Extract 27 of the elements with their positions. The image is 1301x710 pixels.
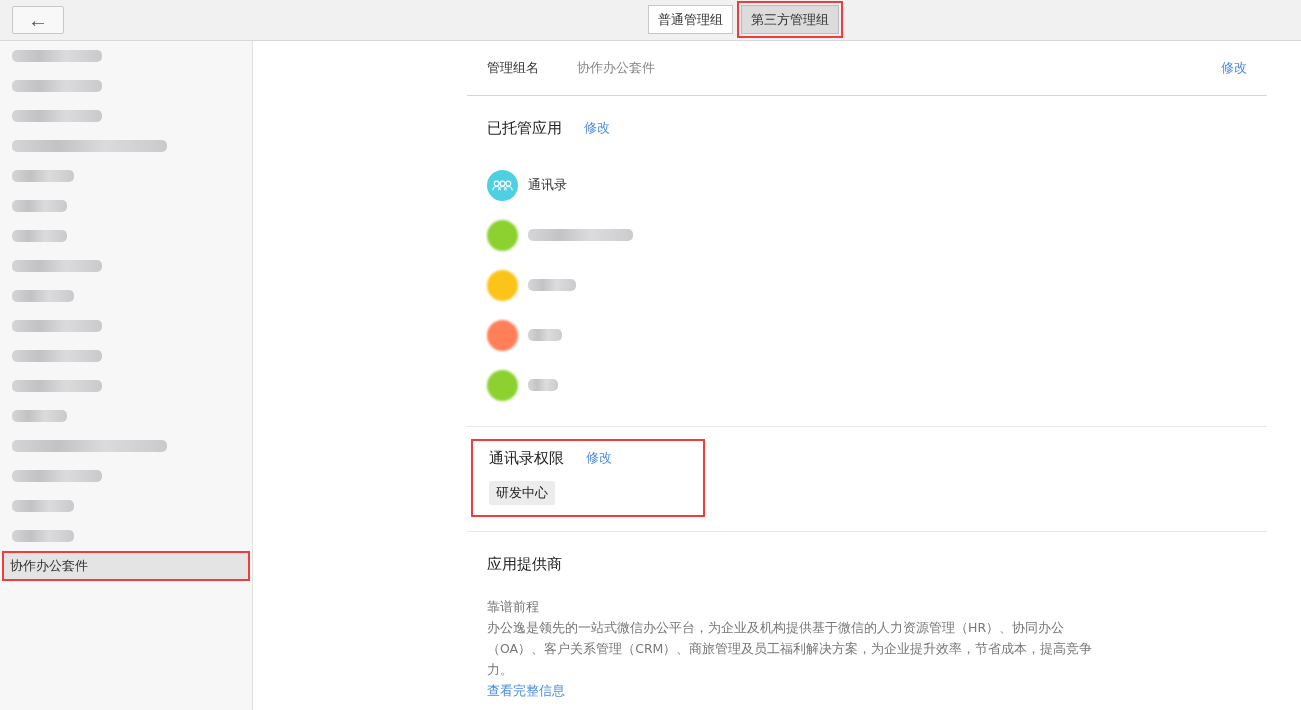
- edit-link[interactable]: 修改: [586, 449, 612, 467]
- redacted-text: [12, 170, 74, 182]
- back-button[interactable]: ←: [12, 6, 64, 34]
- section-title: 应用提供商: [487, 554, 562, 574]
- app-name: 通讯录: [528, 176, 567, 194]
- view-details-link[interactable]: 查看完整信息: [487, 680, 1247, 701]
- department-tag: 研发中心: [489, 481, 555, 505]
- redacted-text: [12, 200, 67, 212]
- edit-link[interactable]: 修改: [1221, 59, 1247, 77]
- tab[interactable]: 第三方管理组: [741, 5, 839, 34]
- redacted-text: [12, 530, 74, 542]
- section-title: 通讯录权限: [489, 448, 564, 468]
- redacted-text: [528, 329, 562, 341]
- provider-description: 办公逸是领先的一站式微信办公平台，为企业及机构提供基于微信的人力资源管理（HR）、协同办公（OA）、客户关系管理（CRM）、商旅管理及员工福利解决方案，为企业提升效率，节省成本，提高竞争力。: [487, 619, 1094, 679]
- group-name: 协作办公套件: [577, 59, 655, 77]
- redacted-text: [528, 379, 558, 391]
- tab[interactable]: 普通管理组: [648, 5, 733, 34]
- section-title: 已托管应用: [487, 118, 562, 138]
- edit-link[interactable]: 修改: [584, 119, 610, 137]
- redacted-text: [12, 500, 74, 512]
- redacted-text: [528, 279, 576, 291]
- redacted-text: [12, 230, 67, 242]
- provider-name: 靠谱前程: [487, 598, 540, 616]
- field-label: 管理组名: [487, 59, 539, 77]
- sidebar-item[interactable]: 协作办公套件: [4, 553, 248, 579]
- redacted-text: [12, 290, 74, 302]
- redacted-text: [12, 410, 67, 422]
